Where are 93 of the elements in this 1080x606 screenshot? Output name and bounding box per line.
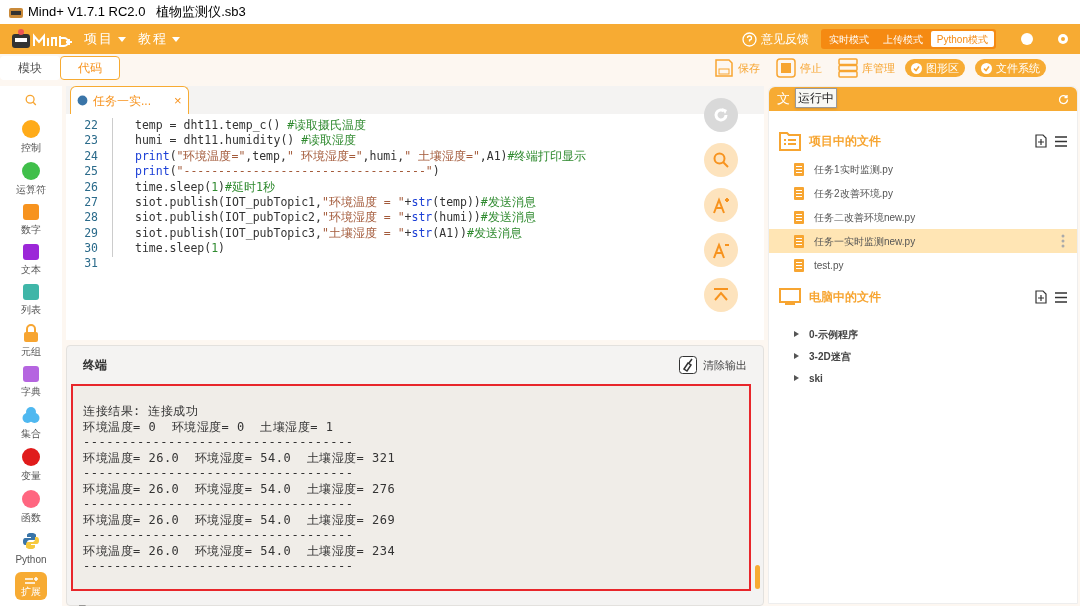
terminal-title: 终端	[83, 357, 107, 374]
output-line: 环境温度= 26.0 环境湿度= 54.0 土壤湿度= 234	[83, 543, 397, 559]
line-number: 30	[83, 243, 98, 255]
refresh-icon[interactable]	[1058, 93, 1069, 105]
folder-list-icon	[779, 131, 801, 151]
new-file-icon[interactable]	[1035, 290, 1047, 304]
section-title: 项目中的文件	[809, 133, 881, 150]
code-line: time.sleep(1)	[135, 243, 226, 255]
file-icon	[794, 186, 804, 200]
monitor-icon	[779, 288, 801, 306]
code-line: siot.publish(IOT_pubTopic1,"环境温度 = "+str(temp))#发送消息	[135, 196, 536, 209]
file-icon	[794, 162, 804, 176]
folder-item[interactable]: 3-2D迷宫	[769, 345, 1077, 367]
python-icon	[77, 95, 88, 106]
code-line: print("环境温度=",temp," 环境湿度=",humi," 土壤湿度=",A1)#终端打印显示	[135, 150, 587, 163]
line-number: 27	[83, 196, 98, 209]
file-icon	[794, 234, 804, 248]
menu-icon[interactable]	[1055, 291, 1067, 303]
view-tab[interactable]: 模块	[0, 56, 60, 80]
font-smaller-icon	[712, 241, 730, 259]
clear-output-button[interactable]: 清除输出	[703, 356, 747, 374]
caret-icon	[172, 36, 180, 42]
category-item[interactable]: 文本	[21, 241, 41, 280]
line-number: 26	[83, 181, 98, 193]
file-icon	[794, 258, 804, 272]
code-line: siot.publish(IOT_pubTopic2,"环境湿度 = "+str(humi))#发送消息	[135, 212, 536, 224]
line-number: 23	[83, 135, 98, 147]
caret-icon	[118, 36, 126, 42]
save-icon	[714, 58, 734, 78]
font-smaller-button[interactable]	[704, 233, 738, 267]
font-larger-icon	[712, 196, 730, 214]
mind-plus-logo	[10, 28, 72, 50]
category-item[interactable]: 运算符	[16, 159, 46, 200]
code-line: humi = dht11.humidity() #读取湿度	[135, 135, 357, 147]
folder-item[interactable]: 0-示例程序	[769, 323, 1077, 345]
window-title: Mind+ V1.7.1 RC2.0 植物监测仪.sb3	[28, 3, 246, 22]
line-number: 24	[83, 150, 98, 163]
output-line: 环境温度= 0 环境湿度= 0 土壤湿度= 1	[83, 419, 335, 435]
search-icon	[712, 151, 730, 169]
help-bubble-icon	[741, 31, 757, 47]
code-line: print("-----------------------------------")	[135, 166, 440, 178]
menu-icon[interactable]	[1055, 135, 1067, 147]
file-item[interactable]: test.py	[769, 253, 1077, 277]
output-line: -----------------------------------	[83, 435, 355, 451]
redo-button[interactable]	[704, 98, 738, 132]
output-line: -----------------------------------	[83, 528, 355, 544]
font-larger-button[interactable]	[704, 188, 738, 222]
line-number: 22	[83, 119, 98, 132]
category-item[interactable]: 函数	[21, 487, 41, 528]
category-item[interactable]: 变量	[21, 445, 41, 486]
output-line: -----------------------------------	[83, 497, 355, 513]
stop-icon	[776, 58, 796, 78]
scrollbar-thumb[interactable]	[755, 565, 760, 589]
new-file-icon[interactable]	[1035, 134, 1047, 148]
category-item[interactable]: 列表	[21, 281, 41, 320]
terminal-cursor: _	[79, 595, 87, 605]
code-line: temp = dht11.temp_c() #读取摄氏温度	[135, 119, 367, 132]
more-icon[interactable]	[1061, 234, 1065, 248]
category-item[interactable]: 控制	[21, 117, 41, 158]
output-line: -----------------------------------	[83, 466, 355, 482]
code-line: siot.publish(IOT_pubTopic3,"土壤湿度 = "+str(A1))#发送消息	[135, 227, 522, 240]
line-number: 29	[83, 227, 98, 240]
panel-title: 文	[777, 90, 790, 109]
scroll-top-button[interactable]	[704, 278, 738, 312]
robot-logo-icon	[8, 5, 24, 19]
file-icon	[794, 210, 804, 224]
extension-icon	[24, 575, 38, 586]
file-item[interactable]: 任务二改善环境new.py	[769, 205, 1077, 229]
tooltip: 运行中	[795, 88, 837, 108]
output-line: 连接结果: 连接成功	[83, 404, 200, 420]
line-number: 25	[83, 166, 98, 178]
output-line: 环境温度= 26.0 环境湿度= 54.0 土壤湿度= 321	[83, 450, 397, 466]
file-item[interactable]: 任务一实时监测new.py	[769, 229, 1077, 253]
output-line: -----------------------------------	[83, 559, 355, 575]
line-number: 28	[83, 212, 98, 224]
category-item[interactable]: Python	[15, 529, 47, 570]
broom-icon	[679, 356, 697, 374]
redo-icon	[712, 106, 730, 124]
output-line: 环境温度= 26.0 环境湿度= 54.0 土壤湿度= 269	[83, 512, 397, 528]
search-icon[interactable]	[24, 94, 38, 107]
category-item[interactable]: 元组	[21, 321, 41, 362]
file-item[interactable]: 任务1实时监测.py	[769, 157, 1077, 181]
code-line: time.sleep(1)#延时1秒	[135, 181, 275, 193]
folder-item[interactable]: ski	[769, 367, 1077, 389]
search-button[interactable]	[704, 143, 738, 177]
file-item[interactable]: 任务2改善环境.py	[769, 181, 1077, 205]
server-icon	[838, 58, 858, 78]
category-item[interactable]: 字典	[21, 363, 41, 402]
output-line: 环境温度= 26.0 环境湿度= 54.0 土壤湿度= 276	[83, 481, 397, 497]
section-title: 电脑中的文件	[809, 289, 881, 306]
category-item[interactable]: 数字	[21, 201, 41, 240]
category-item[interactable]: 集合	[21, 403, 41, 444]
line-number: 31	[83, 258, 98, 270]
